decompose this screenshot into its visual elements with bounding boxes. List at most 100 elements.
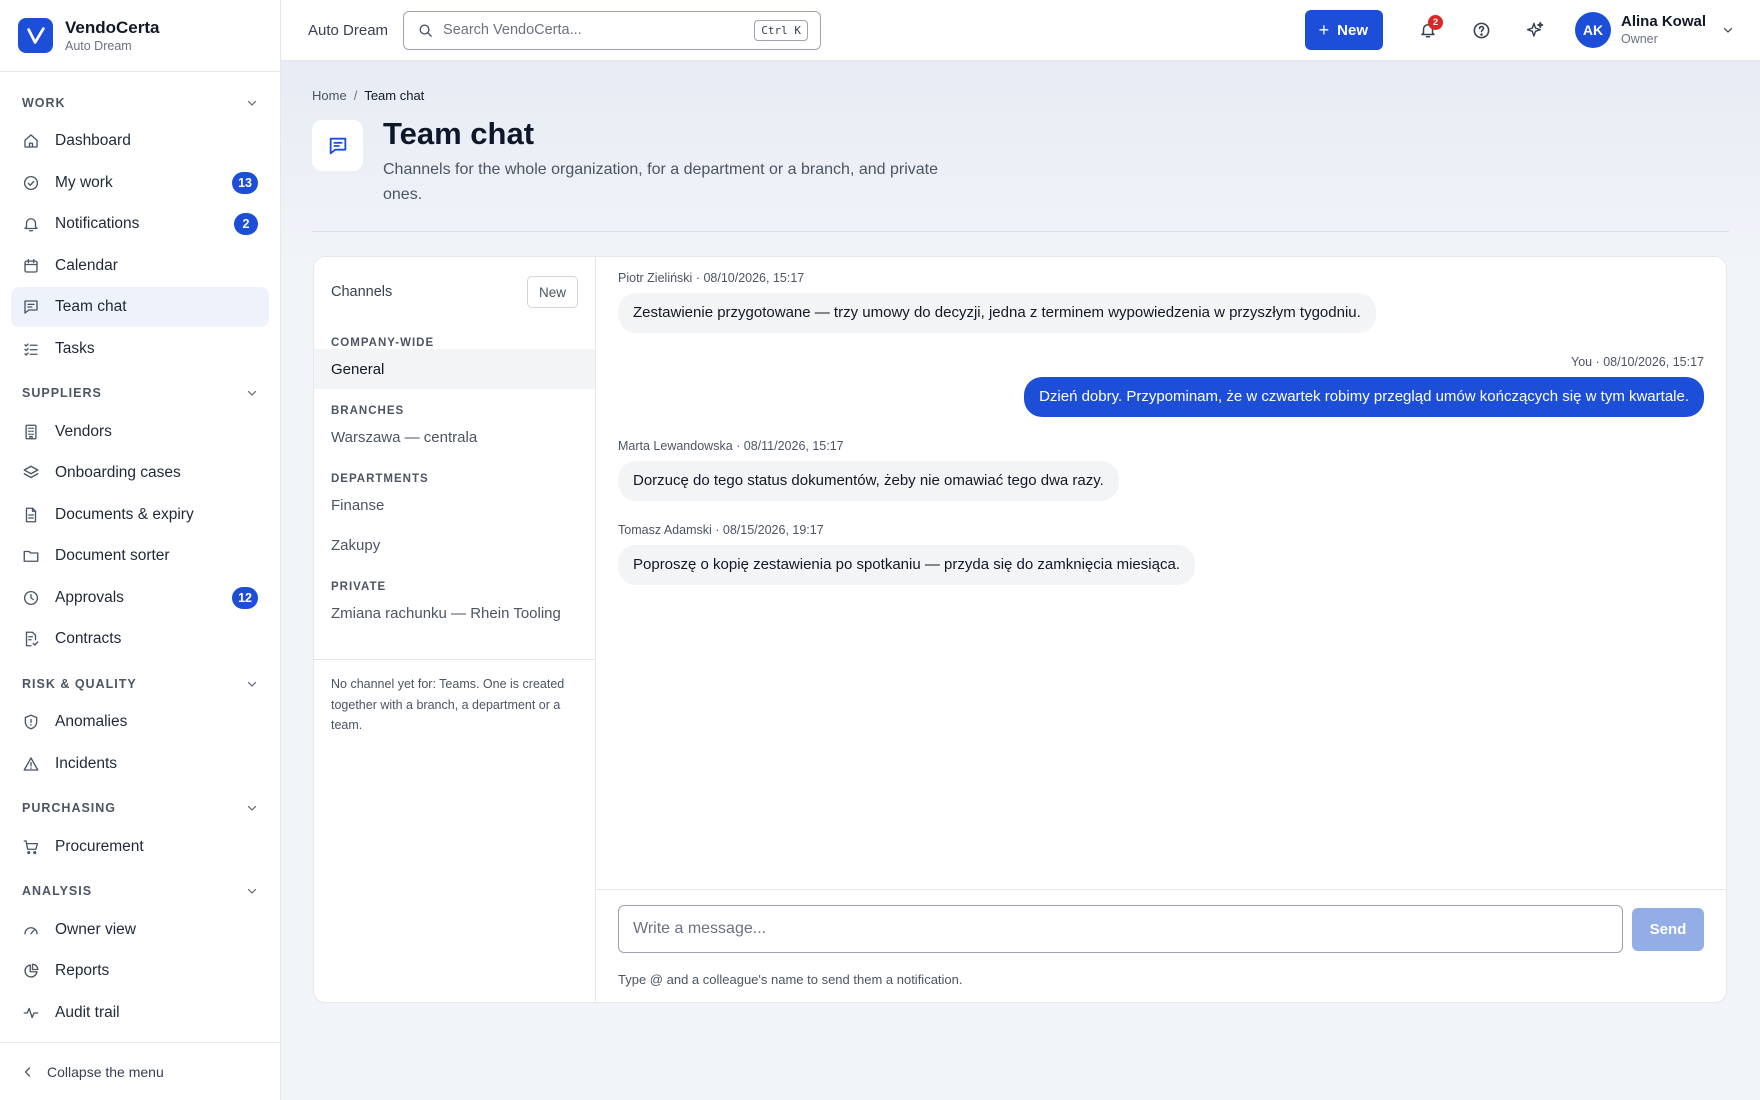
sidebar: VendoCerta Auto Dream WORK Dashboard My wo… [0, 0, 281, 1100]
message: Tomasz Adamski · 08/15/2026, 19:17 Popros… [618, 523, 1704, 585]
sidebar-item-owner-view[interactable]: Owner view [11, 910, 269, 950]
sidebar-item-calendar[interactable]: Calendar [11, 246, 269, 286]
chevron-left-icon [24, 1066, 31, 1077]
sidebar-item-dashboard[interactable]: Dashboard [11, 121, 269, 161]
sidebar-section-suppliers[interactable]: SUPPLIERS [11, 375, 269, 412]
sidebar-item-label: Notifications [55, 215, 140, 232]
sidebar-item-anomalies[interactable]: Anomalies [11, 702, 269, 742]
count-badge: 2 [234, 213, 258, 235]
sidebar-section-label: ANALYSIS [22, 884, 93, 898]
sidebar-item-label: Vendors [55, 422, 112, 440]
sidebar-item-label: Tasks [55, 339, 95, 357]
sidebar-item-reports[interactable]: Reports [11, 951, 269, 991]
chevron-down-icon [1723, 27, 1733, 33]
folder-icon [22, 547, 40, 565]
message-author: Marta Lewandowska [618, 439, 733, 453]
sidebar-section-label: WORK [22, 95, 66, 110]
message-bubble: Dorzucę do tego status dokumentów, żeby … [618, 461, 1119, 501]
sidebar-item-contracts[interactable]: Contracts [11, 619, 269, 659]
sidebar-item-onboarding-cases[interactable]: Onboarding cases [11, 453, 269, 493]
vendocerta-logo-icon [18, 18, 53, 53]
user-role: Owner [1620, 32, 1658, 46]
message-meta-separator: · [711, 523, 723, 537]
channel-item[interactable]: General [314, 349, 595, 389]
message: Marta Lewandowska · 08/11/2026, 15:17 Dor… [618, 439, 1704, 501]
channel-group-label: DEPARTMENTS [331, 473, 429, 485]
ai-assistant-button[interactable] [1509, 10, 1563, 50]
sidebar-item-documents-and-expiry[interactable]: Documents & expiry [11, 495, 269, 535]
gauge-icon [22, 921, 40, 939]
chat-panel: Channels New COMPANY-WIDE General BRANCHES… [313, 256, 1727, 1003]
collapse-menu-button[interactable]: Collapse the menu [0, 1042, 280, 1100]
sidebar-item-approvals[interactable]: Approvals 12 [11, 578, 269, 618]
channel-groups: COMPANY-WIDE General BRANCHES Warszawa — ce… [314, 329, 595, 633]
sidebar-item-label: Procurement [55, 837, 144, 855]
channel-item[interactable]: Zakupy [314, 525, 595, 565]
message-bubble: Dzień dobry. Przypominam, że w czwartek … [1024, 377, 1704, 417]
sidebar-item-label: Owner view [55, 920, 136, 938]
channels-title: Channels [331, 284, 393, 300]
main-content: Home / Team chat Team chat Channels for … [281, 61, 1760, 1100]
channel-item[interactable]: Finanse [314, 485, 595, 525]
sidebar-item-incidents[interactable]: Incidents [11, 744, 269, 784]
user-menu[interactable]: AK Alina Kowal Owner [1574, 12, 1734, 48]
message-meta-separator: · [692, 271, 704, 285]
brand[interactable]: VendoCerta Auto Dream [0, 0, 280, 72]
top-bar: Auto Dream Search VendoCerta... Ctrl K +… [281, 0, 1760, 61]
activity-icon [22, 1004, 40, 1022]
notifications-count-badge: 2 [1427, 15, 1443, 30]
sidebar-item-notifications[interactable]: Notifications 2 [11, 204, 269, 244]
message-time: 08/10/2026, 15:17 [1603, 355, 1704, 369]
sidebar-item-vendors[interactable]: Vendors [11, 412, 269, 452]
sidebar-section-label: RISK & QUALITY [22, 676, 137, 691]
help-button[interactable] [1455, 10, 1509, 50]
sidebar-item-label: Document sorter [55, 547, 170, 564]
sidebar-item-document-sorter[interactable]: Document sorter [11, 536, 269, 576]
sidebar-section-label: PURCHASING [22, 801, 117, 815]
composer-hint: Type @ and a colleague's name to send th… [618, 972, 963, 987]
org-switcher[interactable]: Auto Dream [308, 22, 388, 39]
search-input[interactable]: Search VendoCerta... [443, 22, 754, 38]
channel-group-label: BRANCHES [331, 405, 405, 417]
calendar-icon [22, 257, 40, 275]
send-button[interactable]: Send [1632, 907, 1704, 951]
chevron-down-icon [246, 885, 258, 897]
channel-item[interactable]: Warszawa — centrala [314, 417, 595, 457]
sidebar-section-purchasing[interactable]: PURCHASING [11, 790, 269, 827]
new-button[interactable]: + New [1304, 10, 1383, 50]
message-list: Piotr Zieliński · 08/10/2026, 15:17 Zesta… [596, 257, 1726, 889]
new-channel-button[interactable]: New [526, 276, 578, 308]
sidebar-item-label: Anomalies [55, 713, 128, 730]
shield-icon [22, 713, 40, 731]
chat-icon [312, 120, 363, 171]
sidebar-item-label: My work [55, 173, 113, 191]
message-time: 08/10/2026, 15:17 [703, 271, 805, 285]
chevron-down-icon [246, 678, 258, 690]
cart-icon [22, 838, 40, 856]
plus-icon: + [1318, 19, 1330, 40]
sidebar-item-label: Approvals [55, 588, 124, 606]
message-input[interactable] [618, 905, 1623, 953]
search-box[interactable]: Search VendoCerta... Ctrl K [403, 10, 822, 50]
sidebar-item-my-work[interactable]: My work 13 [11, 163, 269, 203]
building-icon [22, 423, 40, 441]
tasks-icon [22, 340, 40, 358]
sidebar-section-analysis[interactable]: ANALYSIS [11, 873, 269, 910]
bell-icon [22, 215, 40, 233]
notifications-button[interactable]: 2 [1401, 10, 1455, 50]
sidebar-item-tasks[interactable]: Tasks [11, 329, 269, 369]
breadcrumb-home-link[interactable]: Home [312, 88, 347, 103]
sidebar-section-work[interactable]: WORK [11, 84, 269, 121]
sidebar-item-audit-trail[interactable]: Audit trail [11, 993, 269, 1033]
sidebar-item-team-chat[interactable]: Team chat [11, 287, 269, 327]
sidebar-item-label: Contracts [55, 630, 122, 647]
message: Piotr Zieliński · 08/10/2026, 15:17 Zesta… [618, 271, 1704, 333]
message-author: Tomasz Adamski [618, 523, 712, 537]
contract-icon [22, 630, 40, 648]
message-time: 08/15/2026, 19:17 [722, 523, 824, 537]
channel-item[interactable]: Zmiana rachunku — Rhein Tooling [314, 593, 595, 633]
message: You · 08/10/2026, 15:17 Dzień dobry. Przy… [618, 355, 1704, 417]
clock-icon [22, 589, 40, 607]
sidebar-section-risk-and-quality[interactable]: RISK & QUALITY [11, 665, 269, 702]
sidebar-item-procurement[interactable]: Procurement [11, 827, 269, 867]
